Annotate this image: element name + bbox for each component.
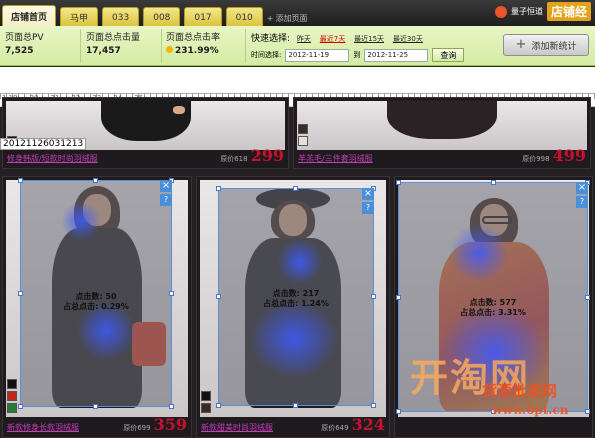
- close-icon[interactable]: ×: [160, 180, 172, 192]
- click-share: 占总点击: 0.29%: [63, 302, 129, 311]
- divider: [161, 29, 162, 63]
- brand-logo: 量子恒道 店铺经: [494, 2, 591, 21]
- stat-rate: 页面总点击率 231.99%: [166, 30, 220, 56]
- close-icon[interactable]: ×: [576, 182, 588, 194]
- stat-clicks: 页面总点击量 17,457: [86, 30, 140, 56]
- click-stats: 点击数: 50 占总点击: 0.29%: [63, 292, 129, 312]
- tab-017[interactable]: 017: [184, 7, 222, 27]
- date-range: 时间选择: 2012-11-19 到 2012-11-25 查询: [251, 48, 465, 62]
- click-stats: 点击数: 577 占总点击: 3.31%: [460, 298, 526, 318]
- color-swatches: [298, 124, 308, 146]
- click-heatmap-region[interactable]: × ? 点击数: 50 占总点击: 0.29%: [18, 178, 174, 409]
- page-tabs: 店铺首页 马甲 033 008 017 010 + 添加页面: [2, 5, 307, 27]
- product-card[interactable]: 羊羔毛/三件套羽绒服 原价998 499: [293, 97, 591, 169]
- click-share: 占总点击: 3.31%: [460, 308, 526, 317]
- top-bar: 店铺首页 马甲 033 008 017 010 + 添加页面 量子恒道 店铺经: [0, 0, 595, 27]
- date-to-input[interactable]: 2012-11-25: [364, 48, 429, 62]
- coin-icon: [166, 46, 173, 53]
- pv-label: 页面总PV: [5, 33, 44, 43]
- divider: [245, 29, 246, 63]
- date-from-input[interactable]: 2012-11-19: [285, 48, 350, 62]
- tab-majia[interactable]: 马甲: [60, 7, 99, 27]
- product-price: 原价649 324: [321, 415, 385, 434]
- snapshot-id-label: 20121126031213: [0, 138, 87, 150]
- product-price: 原价699 359: [123, 415, 187, 434]
- tab-033[interactable]: 033: [102, 7, 140, 27]
- rate-value: 231.99%: [166, 46, 220, 56]
- rate-label: 页面总点击率: [166, 33, 221, 43]
- product-price: 原价998 499: [522, 146, 586, 165]
- tab-010[interactable]: 010: [225, 7, 263, 27]
- help-icon[interactable]: ?: [576, 196, 588, 208]
- click-heatmap-region[interactable]: × ? 点击数: 217 占总点击: 1.24%: [216, 186, 376, 408]
- plus-icon: +: [266, 13, 274, 23]
- product-card[interactable]: 修身韩版/短款时尚羽绒服 原价618 299: [2, 97, 289, 169]
- add-stats-label: 添加新统计: [531, 41, 577, 52]
- click-stats: 点击数: 217 占总点击: 1.24%: [263, 289, 329, 309]
- query-button[interactable]: 查询: [432, 48, 465, 62]
- product-name[interactable]: 修身韩版/短款时尚羽绒服: [7, 153, 98, 164]
- add-page-link[interactable]: + 添加页面: [267, 9, 308, 27]
- brand-name: 量子恒道: [510, 7, 543, 16]
- brand-tag: 店铺经: [546, 2, 591, 21]
- watermark-url: www.6pt.cn: [492, 403, 569, 417]
- brand-icon: [494, 5, 507, 18]
- product-image: [297, 101, 587, 150]
- tab-shop-home[interactable]: 店铺首页: [2, 5, 57, 27]
- quick-last-7-days[interactable]: 最近7天: [320, 35, 345, 43]
- color-swatches: [7, 379, 17, 413]
- help-icon[interactable]: ?: [362, 202, 374, 214]
- quick-last-30-days[interactable]: 最近30天: [393, 35, 423, 43]
- quick-last-15-days[interactable]: 最近15天: [354, 35, 384, 43]
- watermark-line1: 货源批发网: [482, 382, 558, 400]
- product-name[interactable]: 羊羔毛/三件套羽绒服: [298, 153, 373, 164]
- range-label: 时间选择:: [251, 51, 282, 59]
- quick-yesterday[interactable]: 昨天: [297, 35, 311, 43]
- plus-icon: +: [515, 37, 527, 52]
- range-to-label: 到: [353, 51, 361, 59]
- click-count: 点击数: 217: [272, 289, 320, 298]
- stat-pv: 页面总PV 7,525: [5, 30, 44, 56]
- tab-008[interactable]: 008: [143, 7, 181, 27]
- product-name[interactable]: 新款甜美时尚羽绒服: [201, 422, 273, 433]
- close-icon[interactable]: ×: [362, 188, 374, 200]
- quick-select: 快速选择: 昨天 最近7天 最近15天 最近30天: [251, 31, 429, 44]
- product-price: 原价618 299: [220, 146, 284, 165]
- color-swatches: [201, 391, 211, 413]
- click-count: 点击数: 577: [469, 298, 517, 307]
- click-count: 点击数: 50: [75, 292, 117, 301]
- add-stats-button[interactable]: + 添加新统计: [503, 34, 589, 56]
- product-name[interactable]: 新款修身长款羽绒服: [7, 422, 79, 433]
- click-share: 占总点击: 1.24%: [263, 299, 329, 308]
- clicks-label: 页面总点击量: [86, 33, 141, 43]
- help-icon[interactable]: ?: [160, 194, 172, 206]
- clicks-value: 17,457: [86, 46, 121, 56]
- pv-value: 7,525: [5, 46, 34, 56]
- quick-select-label: 快速选择:: [251, 34, 291, 44]
- stats-bar: 页面总PV 7,525 页面总点击量 17,457 页面总点击率 231.99%…: [0, 26, 595, 66]
- add-page-label: 添加页面: [275, 13, 308, 23]
- divider: [80, 29, 81, 63]
